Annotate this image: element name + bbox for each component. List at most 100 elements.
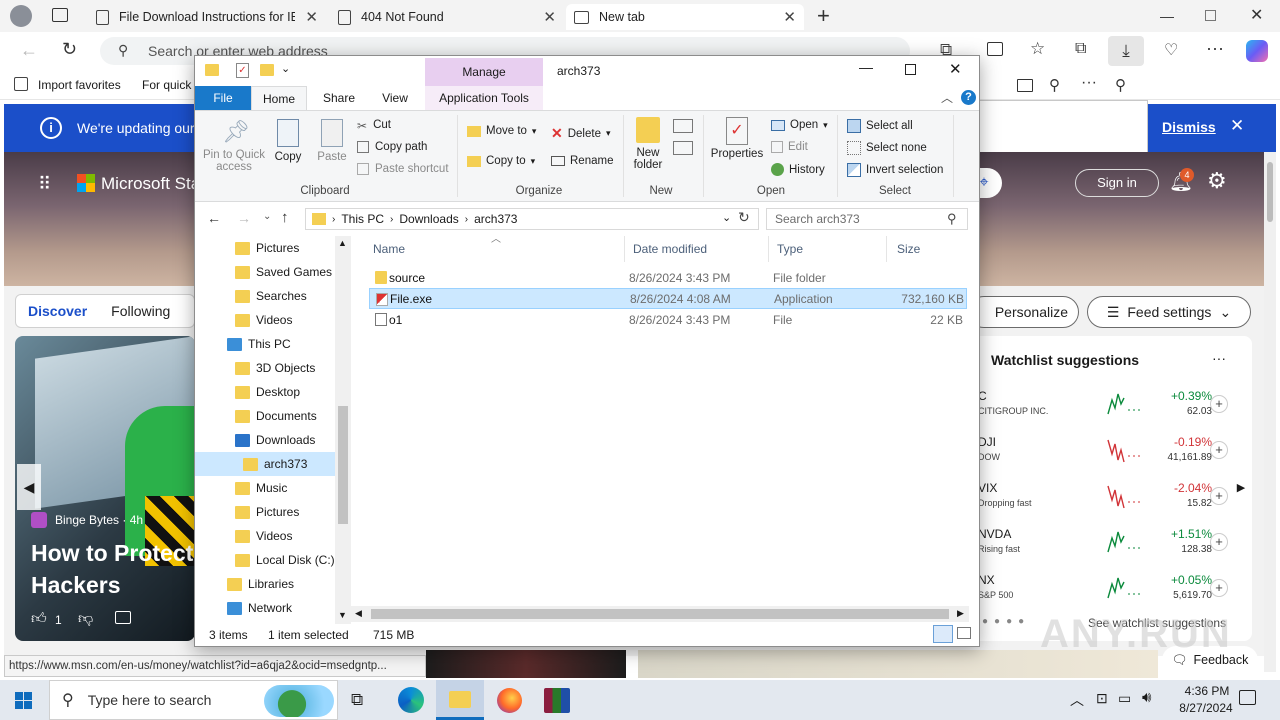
search-icon[interactable]: ⚲ <box>1049 76 1060 94</box>
file-row[interactable]: File.exe 8/26/2024 4:08 AM Application 732,… <box>369 288 967 309</box>
breadcrumb[interactable]: › This PC › Downloads › arch373 ⌄ ↻ <box>305 208 759 230</box>
history-button[interactable]: History <box>771 163 825 176</box>
profile-avatar[interactable] <box>10 5 32 27</box>
volume-tray-icon[interactable]: 🔊︎ <box>1142 689 1151 706</box>
refresh-icon[interactable]: ↻ <box>738 209 750 226</box>
stock-row[interactable]: VIX Dropping fast -2.04% 15.82 + <box>966 476 1234 516</box>
performance-icon[interactable]: ♡ <box>1164 40 1178 60</box>
add-stock-icon[interactable]: + <box>1210 533 1228 551</box>
tab-share[interactable]: Share <box>313 86 365 110</box>
tab-following[interactable]: Following <box>111 303 170 319</box>
tab-file[interactable]: File <box>195 86 251 110</box>
pin-quick-access-button[interactable]: 📌︎ Pin to Quick access <box>199 119 269 173</box>
easy-access-button[interactable] <box>673 141 693 155</box>
close-tab-icon[interactable]: ✕ <box>783 8 796 26</box>
select-all-button[interactable]: Select all <box>847 119 913 133</box>
tree-item[interactable]: Pictures <box>195 500 351 524</box>
tree-item[interactable]: This PC <box>195 332 351 356</box>
scroll-right-icon[interactable]: ▶ <box>957 608 964 619</box>
address-dropdown-icon[interactable]: ⌄ <box>722 211 731 224</box>
close-tab-icon[interactable]: ✕ <box>543 8 556 26</box>
like-icon[interactable]: 👍︎ <box>31 610 47 628</box>
cut-button[interactable]: ✂ Cut <box>357 119 391 133</box>
taskbar-search[interactable]: ⚲ Type here to search <box>49 680 338 720</box>
tree-item[interactable]: Downloads <box>195 428 351 452</box>
stock-row[interactable]: DJI DOW -0.19% 41,161.89 + <box>966 430 1234 470</box>
scroll-thumb[interactable] <box>338 406 348 524</box>
open-button[interactable]: Open ▾ <box>771 119 828 131</box>
winrar-taskbar-icon[interactable] <box>544 688 570 713</box>
back-icon[interactable]: ← <box>20 40 38 61</box>
back-icon[interactable]: ← <box>207 210 221 226</box>
tab-new-tab[interactable]: New tab ✕ <box>566 4 804 30</box>
watchlist-more-icon[interactable]: ··· <box>1212 350 1226 366</box>
stock-row[interactable]: C CITIGROUP INC. +0.39% 62.03 + <box>966 384 1234 424</box>
comment-icon[interactable] <box>115 611 131 624</box>
copy-path-button[interactable]: Copy path <box>357 141 427 153</box>
close-tab-icon[interactable]: ✕ <box>305 8 318 26</box>
tree-item[interactable]: Saved Games <box>195 260 351 284</box>
edge-taskbar-icon[interactable] <box>398 687 424 713</box>
close-icon[interactable]: ✕ <box>949 60 962 78</box>
scroll-thumb[interactable] <box>1267 162 1273 222</box>
crumb-arch373[interactable]: arch373 <box>474 212 517 226</box>
select-none-button[interactable]: Select none <box>847 141 927 155</box>
paste-button[interactable]: Paste <box>313 119 351 163</box>
tree-item[interactable]: 3D Objects <box>195 356 351 380</box>
scroll-thumb[interactable] <box>371 609 949 619</box>
tree-item[interactable]: Videos <box>195 524 351 548</box>
downloads-icon[interactable]: ⤓ <box>1108 36 1144 66</box>
stock-row[interactable]: NX S&P 500 +0.05% 5,619.70 + <box>966 568 1234 608</box>
copilot-icon[interactable] <box>1246 40 1268 62</box>
tab-application-tools[interactable]: Application Tools <box>425 86 543 110</box>
move-to-button[interactable]: Move to ▾ <box>467 125 536 137</box>
split-screen-icon[interactable] <box>987 42 1003 56</box>
show-hidden-icons[interactable]: ︿ <box>1070 690 1084 710</box>
clock-date[interactable]: 8/27/2024 <box>1166 701 1246 715</box>
large-icons-view-icon[interactable] <box>957 627 971 639</box>
horizontal-scrollbar[interactable]: ◀ ▶ <box>351 606 969 622</box>
file-row[interactable]: o1 8/26/2024 3:43 PM File 22 KB <box>369 309 967 330</box>
search-box[interactable]: Search arch373 ⚲ <box>766 208 968 230</box>
new-tab-button[interactable]: + <box>817 3 830 29</box>
import-favorites-link[interactable]: Import favorites <box>38 78 121 92</box>
close-browser-icon[interactable]: ✕ <box>1250 5 1263 25</box>
crumb-downloads[interactable]: Downloads <box>399 212 458 226</box>
tree-item[interactable]: arch373 <box>195 452 351 476</box>
restore-browser-icon[interactable] <box>1205 10 1216 21</box>
tree-item[interactable]: Pictures <box>195 236 351 260</box>
help-icon[interactable]: ? <box>961 90 976 105</box>
quick-link[interactable]: For quick <box>142 78 191 92</box>
close-banner-icon[interactable]: ✕ <box>1230 116 1244 136</box>
copy-to-button[interactable]: Copy to ▾ <box>467 155 535 167</box>
tree-item[interactable]: Searches <box>195 284 351 308</box>
folder-icon[interactable] <box>1017 79 1033 92</box>
tree-item[interactable]: Network <box>195 596 351 620</box>
maximize-icon[interactable] <box>905 64 916 75</box>
file-row[interactable]: source 8/26/2024 3:43 PM File folder <box>369 267 967 288</box>
minimize-icon[interactable]: — <box>859 59 873 75</box>
tab-home[interactable]: Home <box>251 86 307 110</box>
rename-button[interactable]: Rename <box>551 155 613 167</box>
properties-quick-icon[interactable]: ✓ <box>236 63 249 78</box>
column-date[interactable]: Date modified <box>633 236 769 262</box>
news-card[interactable]: ◀ Binge Bytes · 4h How to Protect Hacker… <box>15 336 195 641</box>
new-folder-button[interactable]: New folder <box>629 117 667 171</box>
news-headline-2[interactable]: Hackers <box>31 572 121 599</box>
file-explorer-taskbar-icon[interactable] <box>436 680 484 720</box>
network-tray-icon[interactable]: ⊡ <box>1096 690 1108 707</box>
collapse-ribbon-icon[interactable]: ︿ <box>941 89 953 106</box>
next-arrow-icon[interactable]: ▶ <box>1232 470 1250 506</box>
crumb-this-pc[interactable]: This PC <box>341 212 384 226</box>
pin-icon[interactable]: ⚲ <box>1115 76 1126 94</box>
recent-locations-icon[interactable]: ⌄ <box>263 211 271 222</box>
clock-time[interactable]: 4:36 PM <box>1172 684 1242 698</box>
tab-discover[interactable]: Discover <box>28 303 87 319</box>
favorites-icon[interactable]: ☆ <box>1030 39 1045 59</box>
tree-item[interactable]: Documents <box>195 404 351 428</box>
new-item-button[interactable] <box>673 119 693 133</box>
nav-pane-scrollbar[interactable]: ▲ ▼ <box>335 236 351 624</box>
tree-item[interactable]: Music <box>195 476 351 500</box>
add-stock-icon[interactable]: + <box>1210 487 1228 505</box>
menu-icon[interactable]: ··· <box>1206 38 1224 59</box>
